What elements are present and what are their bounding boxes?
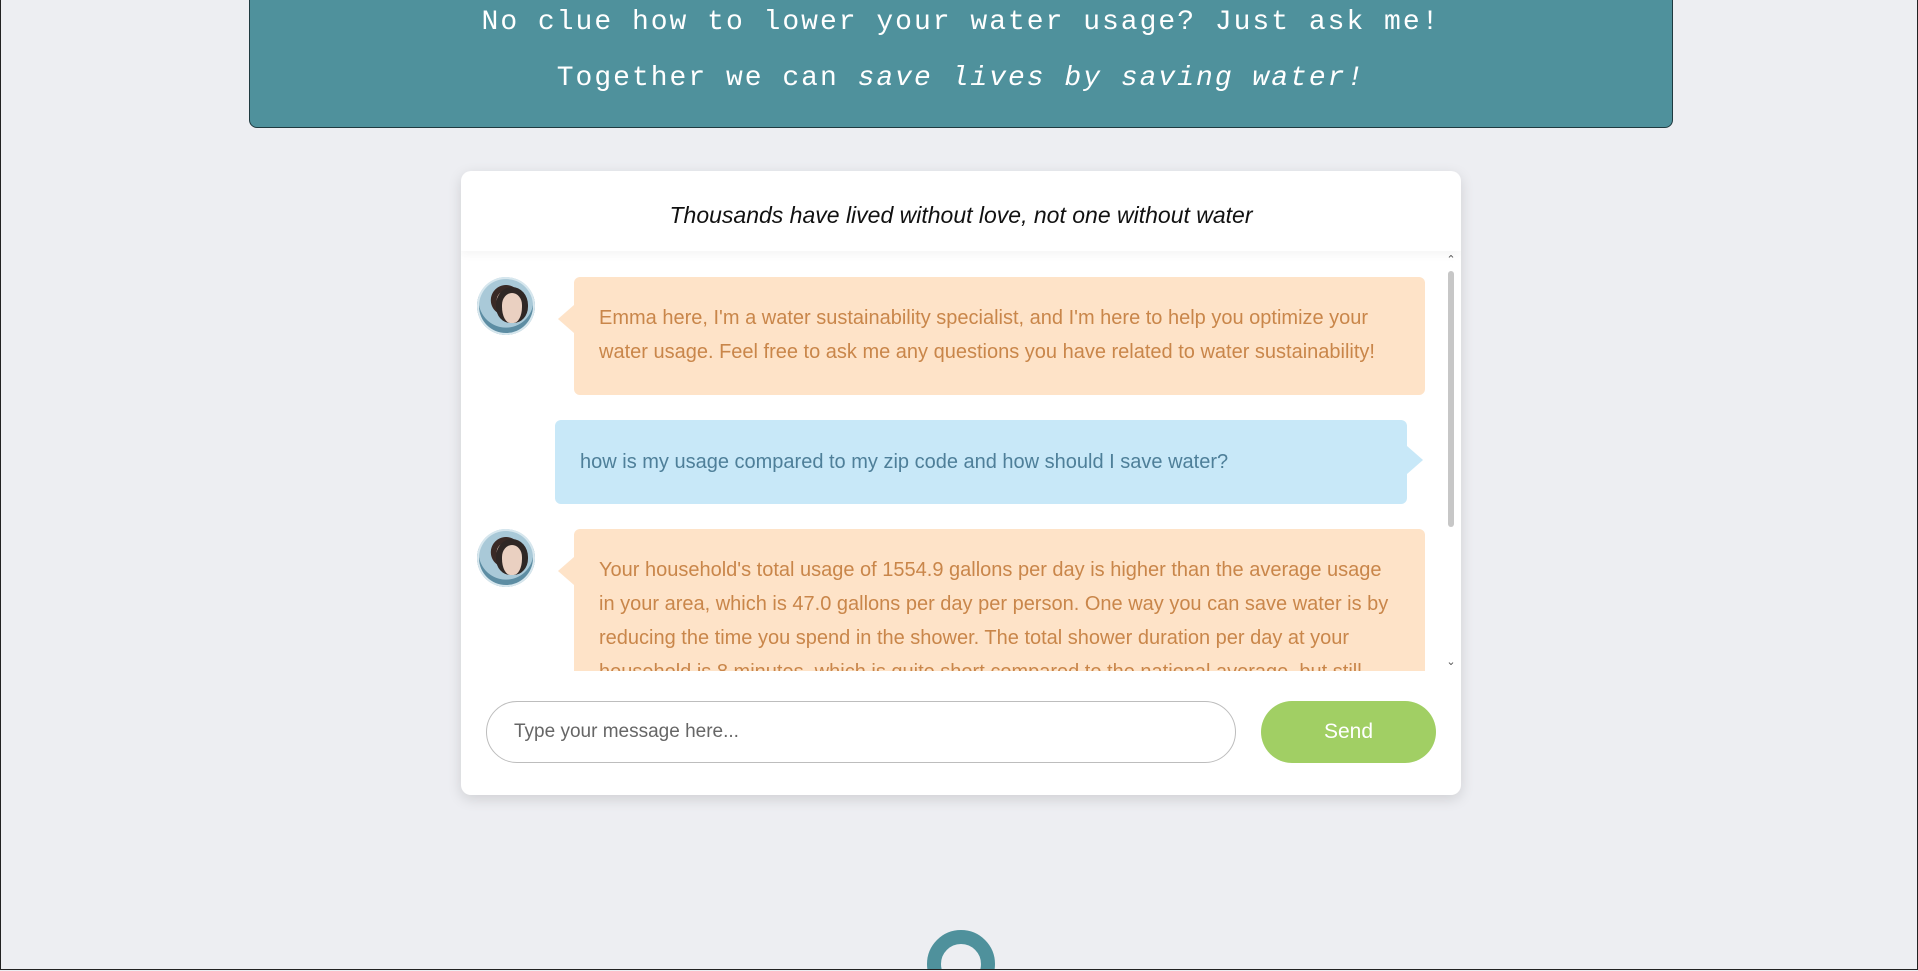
chat-window: Thousands have lived without love, not o… (461, 171, 1461, 795)
bot-avatar (477, 529, 535, 587)
page: No clue how to lower your water usage? J… (0, 0, 1918, 970)
bot-message: Emma here, I'm a water sustainability sp… (558, 277, 1425, 395)
avatar-face (496, 287, 528, 323)
banner-line-2-prefix: Together we can (556, 63, 858, 94)
avatar-face (496, 539, 528, 575)
composer: Send (461, 671, 1461, 795)
banner-line-1: No clue how to lower your water usage? J… (481, 7, 1441, 38)
chevron-down-icon[interactable]: ⌄ (1443, 655, 1459, 669)
send-button[interactable]: Send (1261, 701, 1436, 763)
hero-banner: No clue how to lower your water usage? J… (249, 0, 1673, 128)
message-list[interactable]: Emma here, I'm a water sustainability sp… (461, 251, 1443, 671)
bot-avatar (477, 277, 535, 335)
message-input[interactable] (486, 701, 1236, 763)
message-scrollbar[interactable]: ⌃ ⌄ (1443, 251, 1459, 671)
bot-message-text: Your household's total usage of 1554.9 g… (599, 559, 1389, 671)
bot-message: Your household's total usage of 1554.9 g… (558, 529, 1425, 671)
loading-ring-icon (927, 930, 995, 969)
user-message-text: how is my usage compared to my zip code … (580, 451, 1229, 473)
chevron-up-icon[interactable]: ⌃ (1443, 253, 1459, 267)
user-message: how is my usage compared to my zip code … (555, 420, 1423, 504)
banner-line-2: Together we can save lives by saving wat… (250, 63, 1672, 94)
banner-line-2-emphasis: save lives by saving water! (857, 63, 1366, 94)
chat-header-quote: Thousands have lived without love, not o… (461, 171, 1461, 251)
scroll-thumb[interactable] (1448, 271, 1454, 527)
bot-message-text: Emma here, I'm a water sustainability sp… (599, 307, 1375, 363)
